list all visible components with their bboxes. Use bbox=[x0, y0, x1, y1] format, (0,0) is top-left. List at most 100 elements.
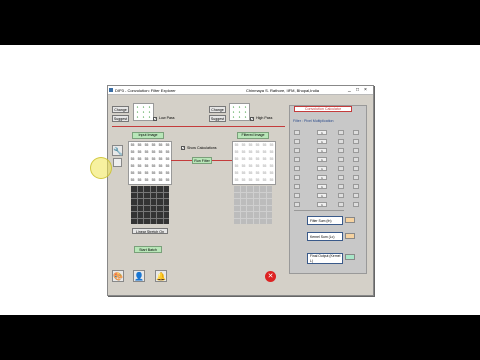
low-pass-radio[interactable]: ✓ bbox=[153, 117, 157, 121]
convolution-calculator: Convolution Calculator Filter : Pixel Mu… bbox=[289, 105, 367, 274]
cell: 55 bbox=[255, 157, 260, 161]
high-pass-radio[interactable]: ✓ bbox=[250, 117, 254, 121]
cell: 55 bbox=[151, 143, 156, 147]
cell: 1 bbox=[238, 115, 241, 119]
low-pass-label: Low Pass bbox=[159, 116, 175, 120]
pixel-block bbox=[137, 186, 143, 192]
suggest-left-button[interactable]: Suggest bbox=[112, 115, 129, 122]
cell: 55 bbox=[130, 171, 135, 175]
cell: 55 bbox=[248, 164, 253, 168]
pixel-block bbox=[131, 205, 137, 211]
pixel-block bbox=[247, 218, 253, 224]
kernel-left[interactable]: 111111111 bbox=[133, 103, 154, 121]
calc-result bbox=[353, 139, 359, 144]
cell: 55 bbox=[262, 164, 267, 168]
magnifier-icon[interactable] bbox=[113, 158, 122, 167]
cell: 1 bbox=[244, 115, 247, 119]
calc-divider bbox=[294, 210, 344, 211]
change-right-button[interactable]: Change bbox=[209, 106, 226, 113]
pixel-block bbox=[150, 205, 156, 211]
calc-result bbox=[353, 166, 359, 171]
cell: 1 bbox=[232, 115, 235, 119]
pixel-block bbox=[144, 192, 150, 198]
cell: 55 bbox=[137, 150, 142, 154]
cell: 55 bbox=[137, 143, 142, 147]
calc-cell: 1 bbox=[317, 166, 327, 171]
cell: 55 bbox=[137, 157, 142, 161]
filtered-image-caption: Filtered Image bbox=[237, 132, 269, 139]
cell: 55 bbox=[158, 143, 163, 147]
suggest-right-button[interactable]: Suggest bbox=[209, 115, 226, 122]
pixel-block bbox=[253, 186, 259, 192]
pixel-block bbox=[157, 212, 163, 218]
pixel-block bbox=[131, 199, 137, 205]
show-calculations-checkbox[interactable]: ✓ bbox=[181, 146, 185, 150]
filtered-pixel-preview bbox=[234, 186, 272, 224]
cell: 55 bbox=[248, 171, 253, 175]
wrench-icon[interactable]: 🔧 bbox=[112, 145, 123, 156]
cell: 55 bbox=[158, 171, 163, 175]
change-left-button[interactable]: Change bbox=[112, 106, 129, 113]
cell: 1 bbox=[148, 110, 151, 114]
cell: 55 bbox=[165, 171, 170, 175]
pixel-block bbox=[240, 192, 246, 198]
cell: 1 bbox=[148, 115, 151, 119]
calculator-subtitle: Filter : Pixel Multiplication bbox=[293, 119, 334, 123]
minimize-button[interactable]: _ bbox=[348, 86, 351, 95]
calc-result bbox=[353, 193, 359, 198]
pixel-block bbox=[260, 192, 266, 198]
cell: 55 bbox=[144, 171, 149, 175]
maximize-button[interactable]: □ bbox=[356, 86, 359, 95]
divider-line bbox=[112, 126, 285, 127]
calc-term bbox=[338, 202, 344, 207]
pixel-block bbox=[234, 186, 240, 192]
pixel-block bbox=[247, 192, 253, 198]
kernel-right[interactable]: 111111111 bbox=[229, 103, 250, 121]
pixel-block bbox=[266, 212, 272, 218]
linear-stretch-button[interactable]: Linear Stretch On bbox=[132, 228, 168, 234]
pixel-block bbox=[247, 186, 253, 192]
pixel-block bbox=[240, 205, 246, 211]
cell: 55 bbox=[130, 150, 135, 154]
pixel-block bbox=[131, 192, 137, 198]
cell: 55 bbox=[234, 150, 239, 154]
start-batch-button[interactable]: Start Batch bbox=[134, 246, 162, 253]
calc-term bbox=[294, 184, 300, 189]
cell: 55 bbox=[269, 150, 274, 154]
filter-sum-swatch bbox=[345, 217, 355, 223]
cell: 55 bbox=[158, 164, 163, 168]
input-pixel-grid[interactable]: 55 55 55 55 55 55 55 55 55 55 55 55 55 55 55 55 55 55 55 55… bbox=[128, 141, 172, 185]
cell: 55 bbox=[248, 178, 253, 182]
calc-cell: 1 bbox=[317, 148, 327, 153]
cell: 55 bbox=[151, 157, 156, 161]
cell: 55 bbox=[262, 178, 267, 182]
cell: 55 bbox=[137, 171, 142, 175]
calc-term bbox=[338, 193, 344, 198]
pixel-block bbox=[253, 192, 259, 198]
pixel-block bbox=[240, 199, 246, 205]
pixel-block bbox=[266, 199, 272, 205]
pixel-block bbox=[144, 212, 150, 218]
final-output-box: Final Output (Kernel L) bbox=[307, 253, 343, 264]
person-icon[interactable]: 👤 bbox=[133, 270, 145, 282]
pixel-block bbox=[260, 212, 266, 218]
run-filter-button[interactable]: Run Filter bbox=[192, 157, 212, 164]
pixel-block bbox=[150, 192, 156, 198]
pixel-block bbox=[266, 186, 272, 192]
close-button[interactable]: × bbox=[364, 86, 367, 95]
close-icon[interactable]: ✕ bbox=[265, 271, 276, 282]
bell-icon[interactable]: 🔔 bbox=[155, 270, 167, 282]
pixel-block bbox=[163, 186, 169, 192]
cell: 55 bbox=[144, 157, 149, 161]
cell: 55 bbox=[144, 164, 149, 168]
pixel-block bbox=[234, 205, 240, 211]
calc-cell: 1 bbox=[317, 130, 327, 135]
pixel-block bbox=[157, 192, 163, 198]
cell: 55 bbox=[234, 164, 239, 168]
paint-icon[interactable]: 🎨 bbox=[112, 270, 124, 282]
pixel-block bbox=[260, 218, 266, 224]
calc-term bbox=[338, 175, 344, 180]
cell: 55 bbox=[248, 157, 253, 161]
cell: 55 bbox=[255, 178, 260, 182]
cell: 1 bbox=[142, 115, 145, 119]
